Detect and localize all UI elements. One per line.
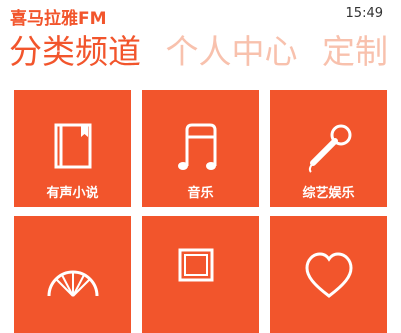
tile-variety-entertainment[interactable]: 综艺娱乐 [270,90,387,207]
pivot-header: 分类频道 个人中心 定制 [9,32,401,72]
tile-audiobooks[interactable]: 有声小说 [14,90,131,207]
status-clock: 15:49 [345,6,383,21]
microphone-icon [308,124,352,173]
music-note-icon [178,123,217,170]
radio-wheel-icon [47,270,99,297]
tab-customize[interactable]: 定制 [322,32,388,72]
tile-music[interactable]: 音乐 [142,90,259,207]
tab-categories[interactable]: 分类频道 [9,32,141,72]
picture-frame-icon [178,248,214,282]
app-logo: 喜马拉雅FM [10,9,107,29]
tile-radio[interactable] [14,216,131,333]
tile-images[interactable] [142,216,259,333]
heart-icon [305,252,353,298]
tab-personal-center[interactable]: 个人中心 [166,32,298,72]
book-icon [54,123,92,169]
tile-label: 有声小说 [46,186,99,201]
tile-favorites[interactable] [270,216,387,333]
tile-label: 音乐 [187,186,214,201]
tile-label: 综艺娱乐 [302,186,355,201]
